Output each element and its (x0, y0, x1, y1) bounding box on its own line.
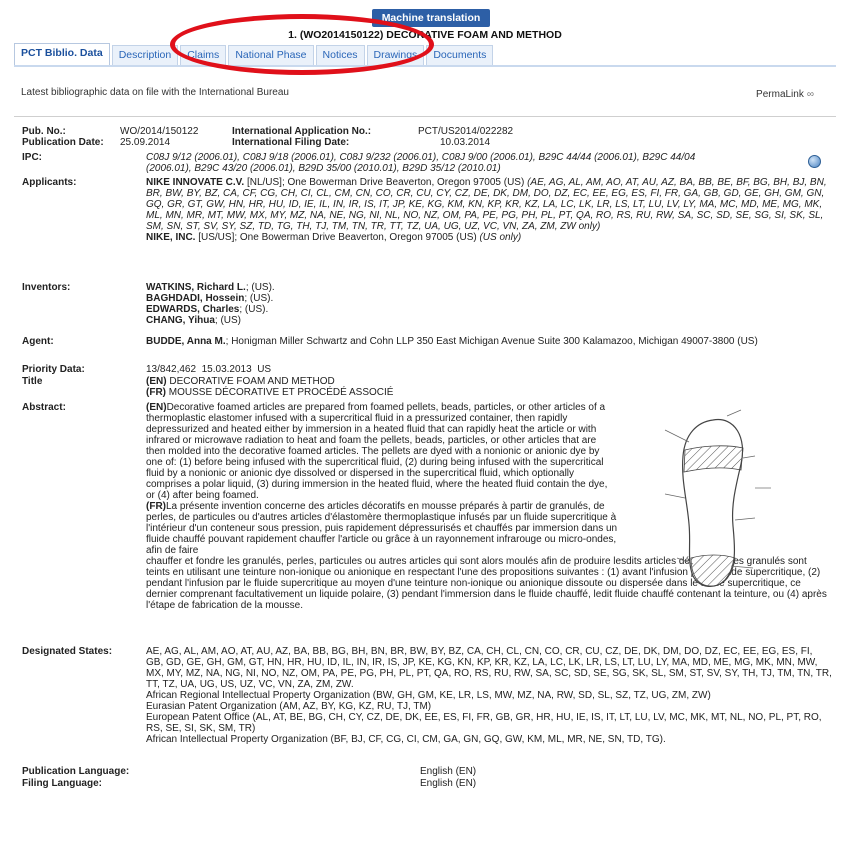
permalink-link[interactable]: PermaLink ∞ (756, 89, 814, 100)
agent-value: BUDDE, Anna M.; Honigman Miller Schwartz… (146, 336, 836, 347)
priority-value: 13/842,462 15.03.2013 US (146, 364, 272, 375)
title-label: Title (22, 376, 43, 387)
title-value: (EN) DECORATIVE FOAM AND METHOD (FR) MOU… (146, 376, 826, 398)
abstract-label: Abstract: (22, 402, 66, 413)
title-fr: (FR) MOUSSE DÉCORATIVE ET PROCÉDÉ ASSOCI… (146, 387, 826, 398)
intl-app-value: PCT/US2014/022282 (418, 126, 514, 137)
pub-date-label: Publication Date: (22, 137, 104, 148)
inventor-name[interactable]: BAGHDADI, Hossein (146, 293, 244, 304)
pub-info: Pub. No.: WO/2014/150122 International A… (22, 126, 582, 150)
designated-aripo: African Regional Intellectual Property O… (146, 690, 711, 701)
tab-drawings[interactable]: Drawings (366, 45, 425, 65)
inventor-country: ; (US). (239, 304, 269, 315)
inventor-name[interactable]: EDWARDS, Charles (146, 304, 239, 315)
tab-claims[interactable]: Claims (180, 45, 227, 65)
ipc-value: C08J 9/12 (2006.01), C08J 9/18 (2006.01)… (146, 152, 818, 174)
title-fr-tag: (FR) (146, 387, 166, 398)
abstract-en-tag: (EN) (146, 402, 167, 413)
divider (14, 116, 836, 117)
inventor-item: CHANG, Yihua; (US) (146, 315, 826, 326)
ipc-line-2: (2006.01), B29C 43/20 (2006.01), B29D 35… (146, 163, 501, 174)
applicants-value: NIKE INNOVATE C.V. [NL/US]; One Bowerman… (146, 177, 836, 243)
agent-name[interactable]: BUDDE, Anna M. (146, 336, 226, 347)
tab-bar: PCT Biblio. Data Description Claims Nati… (14, 43, 495, 65)
agent-address: ; Honigman Miller Schwartz and Cohn LLP … (225, 336, 758, 347)
globe-icon[interactable] (808, 155, 821, 168)
machine-translation-button[interactable]: Machine translation (372, 9, 490, 27)
inventors-label: Inventors: (22, 282, 71, 293)
designated-epo: European Patent Office (AL, AT, BE, BG, … (146, 712, 822, 734)
link-icon[interactable]: ∞ (807, 89, 814, 100)
abstract-fr-tag: (FR) (146, 501, 166, 512)
pub-date-value: 25.09.2014 (120, 137, 171, 148)
inventor-country: ; (US) (214, 315, 242, 326)
inventors-list: WATKINS, Richard L.; (US). BAGHDADI, Hos… (146, 282, 826, 326)
applicant-2-address: [US/US]; One Bowerman Drive Beaverton, O… (195, 232, 480, 243)
applicant-1-name[interactable]: NIKE INNOVATE C.V. (146, 177, 244, 188)
applicant-1-address: [NL/US]; One Bowerman Drive Beaverton, O… (244, 177, 528, 188)
designated-oapi: African Intellectual Property Organizati… (146, 734, 666, 745)
latest-data-note: Latest bibliographic data on file with t… (21, 87, 289, 98)
title-en-tag: (EN) (146, 376, 167, 387)
priority-label: Priority Data: (22, 364, 85, 375)
intl-filing-label: International Filing Date: (232, 137, 350, 148)
designated-eurasian: Eurasian Patent Organization (AM, AZ, BY… (146, 701, 432, 712)
abstract-fr-part-1: (FR)La présente invention concerne des a… (146, 501, 618, 556)
title-en: (EN) DECORATIVE FOAM AND METHOD (146, 376, 826, 387)
inventor-item: BAGHDADI, Hossein; (US). (146, 293, 826, 304)
inventor-item: EDWARDS, Charles; (US). (146, 304, 826, 315)
applicant-1: NIKE INNOVATE C.V. [NL/US]; One Bowerman… (146, 177, 836, 232)
abstract-fr-text-1: La présente invention concerne des artic… (146, 501, 618, 556)
applicant-2-states: (US only) (479, 232, 522, 243)
abstract-en: (EN)Decorative foamed articles are prepa… (146, 402, 618, 501)
permalink-label[interactable]: PermaLink (756, 89, 804, 100)
title-fr-text: MOUSSE DÉCORATIVE ET PROCÉDÉ ASSOCIÉ (166, 387, 394, 398)
applicant-2: NIKE, INC. [US/US]; One Bowerman Drive B… (146, 232, 836, 243)
intl-app-label: International Application No.: (232, 126, 372, 137)
tab-description[interactable]: Description (111, 45, 179, 65)
pub-language-label: Publication Language: (22, 766, 130, 777)
ipc-label: IPC: (22, 152, 42, 163)
inventor-name[interactable]: WATKINS, Richard L. (146, 282, 246, 293)
filing-language-value: English (EN) (420, 778, 477, 789)
inventor-name[interactable]: CHANG, Yihua (146, 315, 215, 326)
applicant-2-name[interactable]: NIKE, INC. (146, 232, 195, 243)
tab-documents[interactable]: Documents (426, 45, 494, 65)
tab-underline (14, 65, 836, 67)
pub-language-value: English (EN) (420, 766, 477, 777)
designated-states-value: AE, AG, AL, AM, AO, AT, AU, AZ, BA, BB, … (146, 646, 832, 745)
intl-filing-value: 10.03.2014 (440, 137, 491, 148)
title-en-text: DECORATIVE FOAM AND METHOD (166, 376, 335, 387)
inventor-item: WATKINS, Richard L.; (US). (146, 282, 826, 293)
pub-no-label: Pub. No.: (22, 126, 66, 137)
filing-language-label: Filing Language: (22, 778, 102, 789)
tab-notices[interactable]: Notices (315, 45, 365, 65)
drawing-figure[interactable] (605, 408, 795, 592)
inventor-country: ; (US). (245, 282, 275, 293)
document-title: 1. (WO2014150122) DECORATIVE FOAM AND ME… (288, 29, 562, 41)
ipc-line-1: C08J 9/12 (2006.01), C08J 9/18 (2006.01)… (146, 152, 696, 163)
tab-national-phase[interactable]: National Phase (228, 45, 314, 65)
designated-states-label: Designated States: (22, 646, 113, 657)
applicants-label: Applicants: (22, 177, 77, 188)
tab-pct-biblio-data[interactable]: PCT Biblio. Data (14, 43, 110, 65)
agent-label: Agent: (22, 336, 54, 347)
designated-states-list: AE, AG, AL, AM, AO, AT, AU, AZ, BA, BB, … (146, 646, 832, 690)
pub-no-value: WO/2014/150122 (120, 126, 199, 137)
abstract-en-text: Decorative foamed articles are prepared … (146, 402, 608, 501)
inventor-country: ; (US). (244, 293, 274, 304)
